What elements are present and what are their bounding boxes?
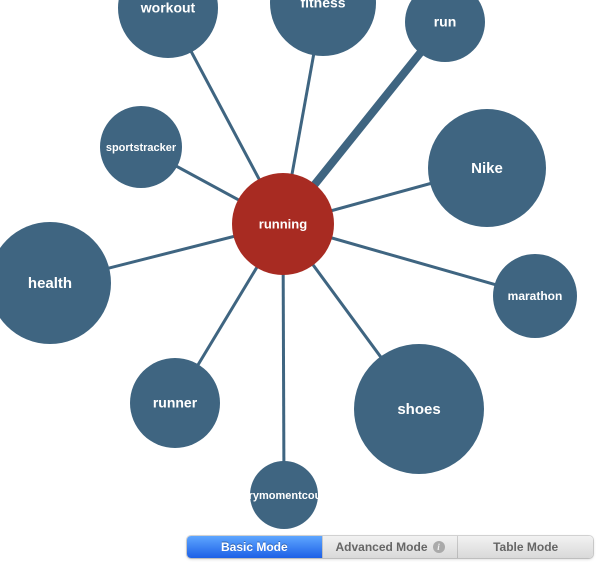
node-workout[interactable]: workout (118, 0, 218, 58)
node-label: shoes (397, 401, 440, 418)
node-sportstracker[interactable]: sportstracker (100, 106, 182, 188)
tab-advanced-mode[interactable]: Advanced Mode i (322, 536, 458, 558)
node-label: running (259, 216, 307, 231)
node-label: health (28, 275, 72, 292)
tab-label: Advanced Mode (336, 540, 428, 554)
node-label: runner (153, 395, 198, 411)
node-running[interactable]: running (232, 173, 334, 275)
node-label: marathon (508, 289, 563, 303)
node-label: workout (140, 0, 196, 16)
node-runner[interactable]: runner (130, 358, 220, 448)
tab-label: Table Mode (493, 540, 558, 554)
hashtag-graph: workout fitness run Nike marathon shoes everym… (0, 0, 600, 564)
node-label: sportstracker (106, 142, 177, 154)
node-health[interactable]: health (0, 222, 111, 344)
info-icon: i (433, 541, 445, 553)
tab-table-mode[interactable]: Table Mode (457, 536, 593, 558)
tab-label: Basic Mode (221, 540, 288, 554)
node-everymomentcounts[interactable]: everymomentcounts (230, 461, 338, 529)
node-label: everymomentcounts (230, 490, 338, 502)
node-marathon[interactable]: marathon (493, 254, 577, 338)
mode-tabs: Basic Mode Advanced Mode i Table Mode (187, 536, 593, 558)
tab-basic-mode[interactable]: Basic Mode (187, 536, 322, 558)
node-nike[interactable]: Nike (428, 109, 546, 227)
node-label: Nike (471, 160, 503, 177)
node-fitness[interactable]: fitness (270, 0, 376, 56)
node-shoes[interactable]: shoes (354, 344, 484, 474)
node-label: fitness (300, 0, 345, 11)
node-label: run (434, 14, 457, 30)
